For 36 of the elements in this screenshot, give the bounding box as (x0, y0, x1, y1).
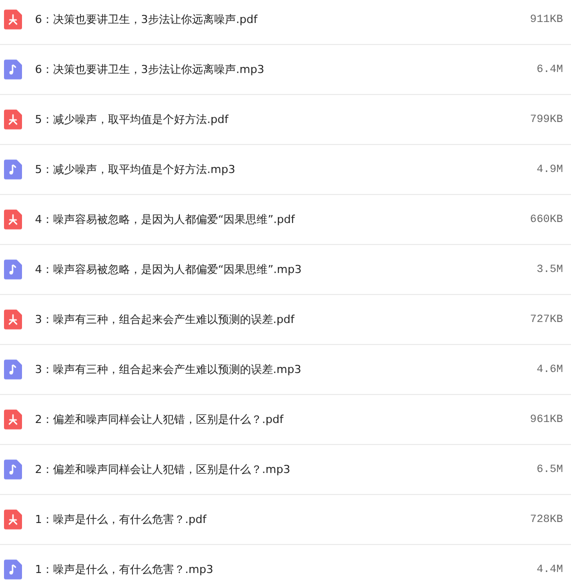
file-name[interactable]: 1：噪声是什么，有什么危害？.pdf (35, 512, 530, 527)
file-size: 799KB (530, 114, 563, 126)
file-size: 4.6M (536, 364, 563, 376)
file-name[interactable]: 3：噪声有三种，组合起来会产生难以预测的误差.mp3 (35, 362, 537, 377)
music-file-icon (4, 159, 22, 180)
pdf-file-icon (4, 409, 22, 430)
file-name[interactable]: 2：偏差和噪声同样会让人犯错，区别是什么？.mp3 (35, 462, 537, 477)
file-name[interactable]: 5：减少噪声，取平均值是个好方法.mp3 (35, 162, 537, 177)
pdf-file-icon (4, 509, 22, 530)
music-file-icon (4, 359, 22, 380)
file-name[interactable]: 4：噪声容易被忽略，是因为人都偏爱“因果思维”.mp3 (35, 262, 537, 277)
pdf-file-icon (4, 109, 22, 130)
file-name[interactable]: 2：偏差和噪声同样会让人犯错，区别是什么？.pdf (35, 412, 530, 427)
pdf-file-icon (4, 309, 22, 330)
music-file-icon (4, 559, 22, 580)
file-size: 6.5M (536, 464, 563, 476)
pdf-file-icon (4, 209, 22, 230)
file-size: 4.9M (536, 164, 563, 176)
file-name[interactable]: 3：噪声有三种，组合起来会产生难以预测的误差.pdf (35, 312, 530, 327)
file-size: 6.4M (536, 64, 563, 76)
music-file-icon (4, 259, 22, 280)
file-size: 961KB (530, 414, 563, 426)
music-file-icon (4, 59, 22, 80)
file-name[interactable]: 5：减少噪声，取平均值是个好方法.pdf (35, 112, 530, 127)
file-size: 660KB (530, 214, 563, 226)
file-size: 911KB (530, 14, 563, 26)
file-name[interactable]: 6：决策也要讲卫生，3步法让你远离噪声.pdf (35, 12, 530, 27)
file-name[interactable]: 1：噪声是什么，有什么危害？.mp3 (35, 562, 537, 577)
file-size: 727KB (530, 314, 563, 326)
file-size: 4.4M (536, 564, 563, 576)
file-size: 3.5M (536, 264, 563, 276)
pdf-file-icon (4, 9, 22, 30)
file-name[interactable]: 4：噪声容易被忽略，是因为人都偏爱“因果思维”.pdf (35, 212, 530, 227)
file-size: 728KB (530, 514, 563, 526)
music-file-icon (4, 459, 22, 480)
file-name[interactable]: 6：决策也要讲卫生，3步法让你远离噪声.mp3 (35, 62, 537, 77)
